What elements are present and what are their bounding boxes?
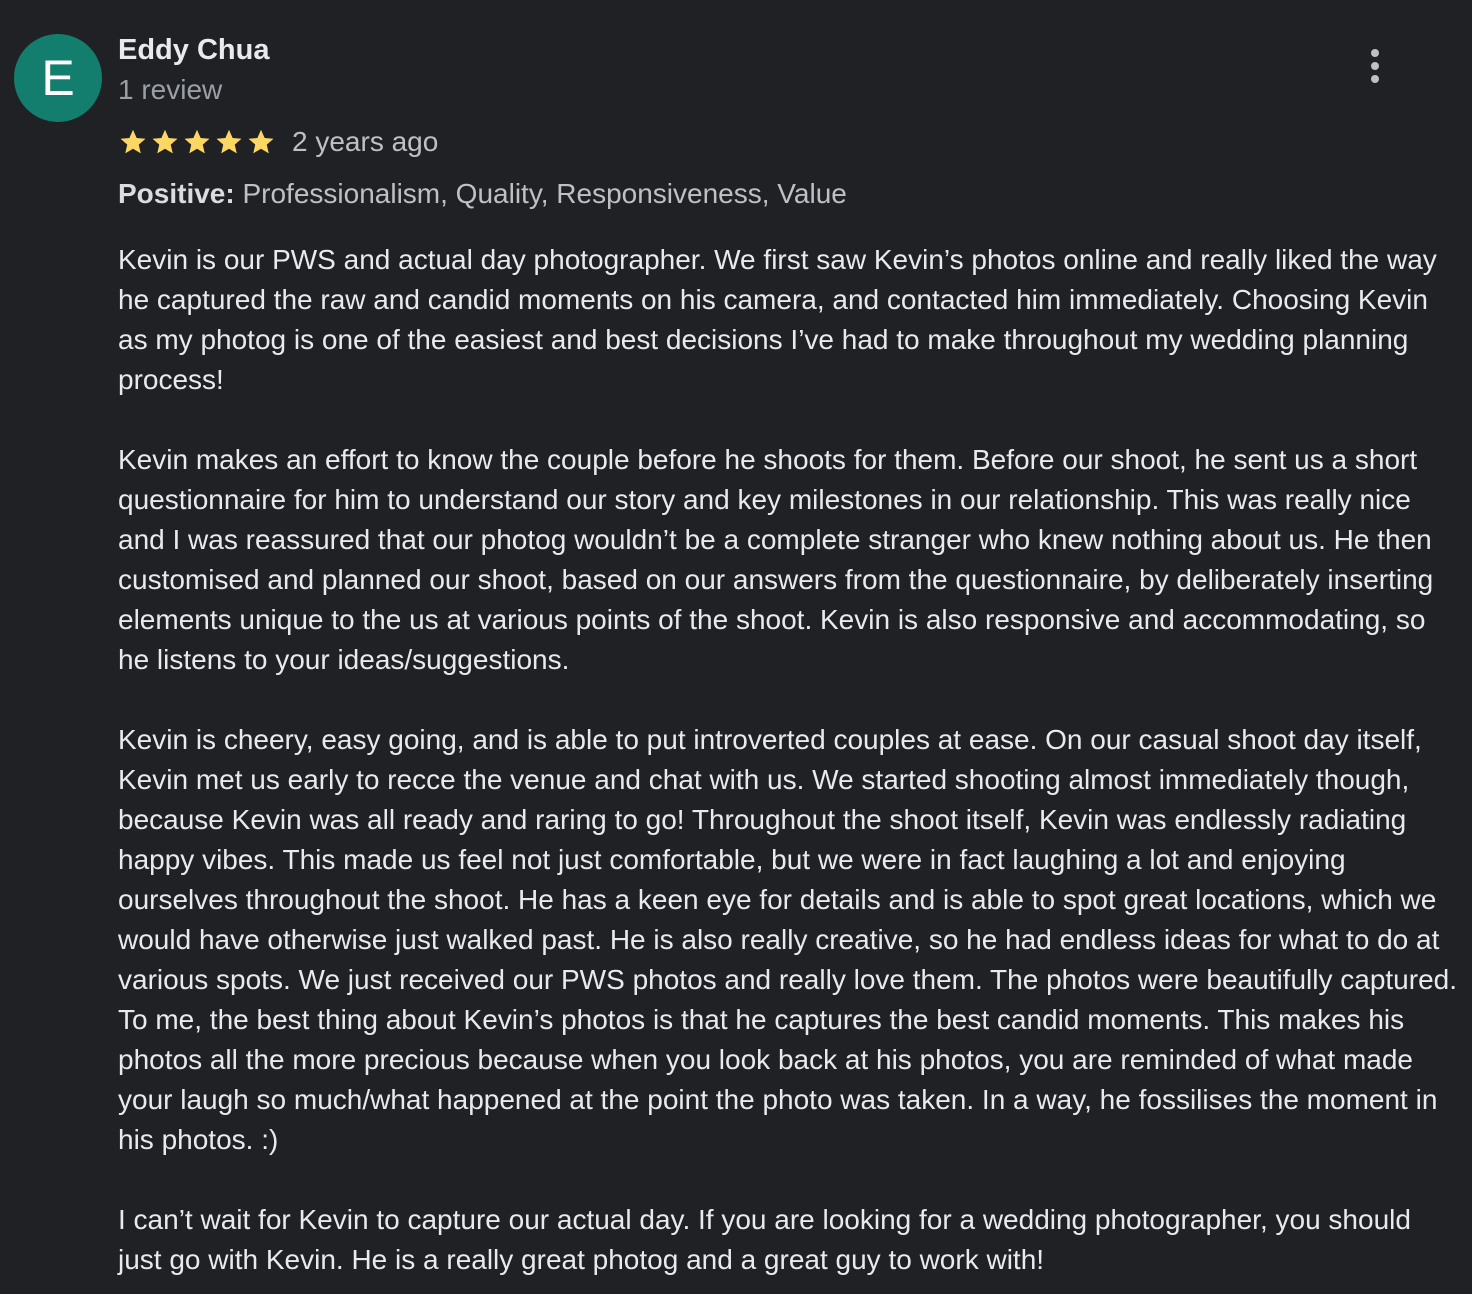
star-icon xyxy=(152,129,178,154)
attributes-label: Positive: xyxy=(118,178,235,209)
review-card: E Eddy Chua 1 review 2 years ago Positiv… xyxy=(0,0,1472,1294)
avatar-initial: E xyxy=(41,50,75,106)
more-vertical-icon-dot xyxy=(1371,62,1379,70)
attributes-text: Professionalism, Quality, Responsiveness… xyxy=(234,178,847,209)
rating-row: 2 years ago xyxy=(118,124,438,160)
more-vertical-icon xyxy=(1371,49,1379,57)
author-name[interactable]: Eddy Chua xyxy=(118,34,269,67)
star-rating xyxy=(118,127,276,157)
review-count: 1 review xyxy=(118,74,223,105)
review-paragraph: Kevin is our PWS and actual day photogra… xyxy=(118,244,1437,395)
more-vertical-icon-dot xyxy=(1371,75,1379,83)
review-time: 2 years ago xyxy=(292,126,439,157)
star-icon xyxy=(120,129,146,154)
review-paragraph: I can’t wait for Kevin to capture our ac… xyxy=(118,1204,1411,1275)
star-icon xyxy=(248,129,274,154)
avatar[interactable]: E xyxy=(14,34,102,122)
review-paragraph: Kevin makes an effort to know the couple… xyxy=(118,444,1434,675)
review-attributes: Positive: Professionalism, Quality, Resp… xyxy=(118,178,847,210)
more-options-button[interactable] xyxy=(1360,44,1390,88)
star-icon xyxy=(184,129,210,154)
review-text: Kevin is our PWS and actual day photogra… xyxy=(118,240,1458,1280)
review-paragraph: Kevin is cheery, easy going, and is able… xyxy=(118,724,1457,1155)
star-icon xyxy=(216,129,242,154)
